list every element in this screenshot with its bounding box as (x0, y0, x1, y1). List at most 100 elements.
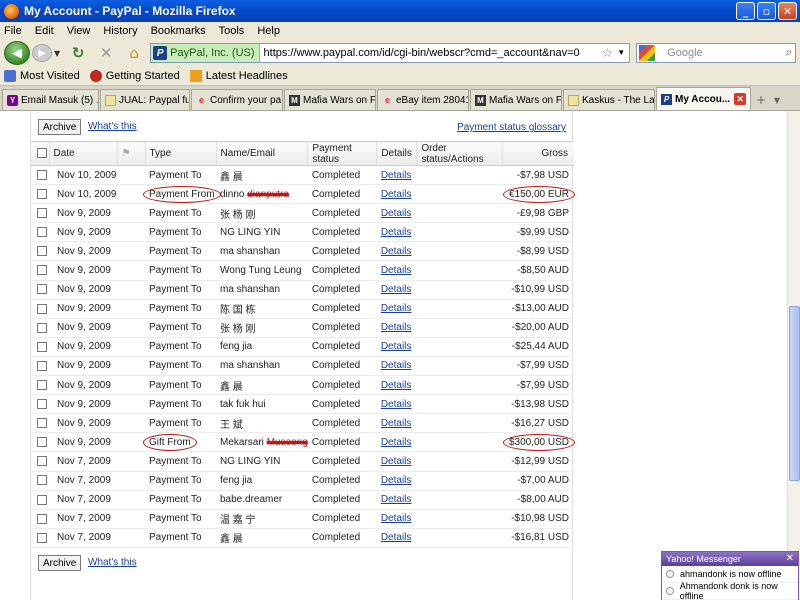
row-details-link[interactable]: Details (381, 303, 412, 314)
row-details-link[interactable]: Details (381, 170, 412, 181)
row-checkbox[interactable] (37, 208, 47, 219)
row-checkbox[interactable] (37, 341, 47, 352)
flag-icon[interactable]: ⚑ (122, 148, 134, 159)
tab-email[interactable]: Y Email Masuk (5) ... (2, 89, 99, 110)
history-dropdown-icon[interactable]: ▼ (54, 49, 60, 58)
row-checkbox[interactable] (37, 475, 47, 486)
row-details-link[interactable]: Details (381, 437, 412, 448)
back-button[interactable]: ◀ (4, 41, 30, 65)
address-bar[interactable]: P PayPal, Inc. (US) https://www.paypal.c… (150, 43, 631, 63)
row-details-link[interactable]: Details (381, 360, 412, 371)
row-details-link[interactable]: Details (381, 246, 412, 257)
tab-confirm[interactable]: e Confirm your pa... (191, 89, 283, 110)
whats-this-link-top[interactable]: What's this (88, 121, 137, 132)
row-checkbox[interactable] (37, 513, 47, 524)
tab-kaskus[interactable]: Kaskus - The Lar... (563, 89, 655, 110)
row-details-link[interactable]: Details (381, 513, 412, 524)
row-checkbox[interactable] (37, 456, 47, 467)
row-details-link[interactable]: Details (381, 475, 412, 486)
bookmark-most-visited[interactable]: Most Visited (4, 69, 80, 82)
tab-list-icon[interactable]: ▼ (770, 90, 784, 110)
select-all-checkbox[interactable] (37, 148, 47, 159)
payment-status-glossary-link[interactable]: Payment status glossary (457, 122, 566, 133)
close-window-button[interactable]: ✕ (778, 2, 797, 20)
row-checkbox[interactable] (37, 399, 47, 410)
messenger-notice[interactable]: Ahmandonk donk is now offline (662, 581, 798, 600)
row-details-link[interactable]: Details (381, 418, 412, 429)
row-details-link[interactable]: Details (381, 532, 412, 543)
search-bar[interactable]: Google ⌕ (636, 43, 797, 63)
archive-button-bottom[interactable]: Archive (38, 555, 82, 571)
row-checkbox[interactable] (37, 418, 47, 429)
row-details-cell: Details (376, 260, 417, 281)
menu-file[interactable]: File (4, 25, 22, 37)
row-checkbox[interactable] (37, 494, 47, 505)
menu-view[interactable]: View (67, 25, 91, 37)
home-icon[interactable]: ⌂ (124, 43, 144, 63)
row-details-link[interactable]: Details (381, 494, 412, 505)
archive-button-top[interactable]: Archive (38, 119, 82, 135)
forward-button[interactable]: ▶ (32, 44, 52, 62)
row-checkbox[interactable] (37, 379, 47, 390)
reload-icon[interactable]: ↻ (68, 43, 88, 63)
row-checkbox[interactable] (37, 189, 47, 199)
row-flag (117, 203, 145, 224)
menu-bookmarks[interactable]: Bookmarks (151, 25, 206, 37)
menu-tools[interactable]: Tools (219, 25, 245, 37)
row-details-link[interactable]: Details (381, 456, 412, 467)
menu-edit[interactable]: Edit (35, 25, 54, 37)
row-checkbox[interactable] (37, 437, 47, 448)
row-select-cell (31, 222, 49, 243)
tab-jual-paypal[interactable]: JUAL: Paypal fu... (100, 89, 190, 110)
row-checkbox[interactable] (37, 322, 47, 333)
bookmark-star-icon[interactable]: ☆ (602, 45, 614, 61)
row-checkbox[interactable] (37, 169, 47, 180)
row-details-link[interactable]: Details (381, 322, 412, 333)
vertical-scrollbar[interactable] (787, 111, 800, 600)
row-name-cell: 张 杨 刚 (216, 318, 308, 338)
row-checkbox[interactable] (37, 227, 47, 238)
search-input[interactable]: Google (667, 47, 702, 59)
row-details-link[interactable]: Details (381, 284, 412, 295)
scrollbar-thumb[interactable] (789, 306, 800, 481)
row-name-cell: ma shanshan (216, 241, 308, 262)
row-details-link[interactable]: Details (381, 189, 412, 200)
row-details-link[interactable]: Details (381, 208, 412, 219)
url-text[interactable]: https://www.paypal.com/id/cgi-bin/webscr… (260, 47, 580, 59)
tab-my-account[interactable]: P My Accou... ✕ (656, 87, 751, 110)
transactions-table: Date ⚑ Type Name/Email Payment status De… (31, 141, 574, 548)
tab-ebay-item[interactable]: e eBay item 28041... (377, 89, 469, 110)
tab-mafia-wars-2[interactable]: M Mafia Wars on F... (470, 89, 562, 110)
row-checkbox[interactable] (37, 284, 47, 295)
tab-close-icon[interactable]: ✕ (734, 93, 746, 105)
bookmark-latest-headlines[interactable]: Latest Headlines (189, 69, 288, 82)
tab-mafia-wars-1[interactable]: M Mafia Wars on F... (284, 89, 376, 110)
messenger-close-icon[interactable]: ✕ (786, 553, 794, 564)
new-tab-icon[interactable]: + (752, 90, 770, 110)
row-checkbox[interactable] (37, 246, 47, 257)
menu-history[interactable]: History (103, 25, 137, 37)
row-order-status (416, 471, 503, 491)
menu-help[interactable]: Help (257, 25, 280, 37)
window-titlebar: My Account - PayPal - Mozilla Firefox _ … (0, 0, 800, 22)
window-controls: _ ▫ ✕ (736, 2, 797, 20)
row-details-link[interactable]: Details (381, 227, 412, 238)
row-details-link[interactable]: Details (381, 341, 412, 352)
url-dropdown-icon[interactable]: ▼ (617, 48, 625, 57)
search-magnifier-icon[interactable]: ⌕ (785, 45, 792, 60)
row-checkbox[interactable] (37, 532, 47, 543)
maximize-button[interactable]: ▫ (757, 2, 776, 20)
row-checkbox[interactable] (37, 265, 47, 276)
row-checkbox[interactable] (37, 360, 47, 371)
row-details-link[interactable]: Details (381, 265, 412, 276)
site-identity-button[interactable]: P PayPal, Inc. (US) (151, 44, 260, 62)
row-checkbox[interactable] (37, 303, 47, 314)
bookmark-getting-started[interactable]: Getting Started (89, 69, 180, 82)
row-details-link[interactable]: Details (381, 380, 412, 391)
stop-icon[interactable]: ✕ (96, 43, 116, 63)
minimize-button[interactable]: _ (736, 2, 755, 20)
google-icon[interactable] (639, 45, 656, 61)
header-date[interactable]: Date (49, 141, 118, 166)
row-details-link[interactable]: Details (381, 399, 412, 410)
whats-this-link-bottom[interactable]: What's this (88, 557, 137, 568)
